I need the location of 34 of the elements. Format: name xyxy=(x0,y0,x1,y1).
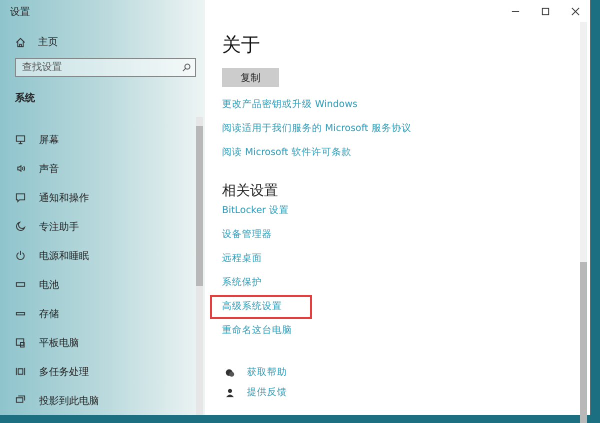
scrollbar[interactable] xyxy=(196,117,203,415)
speaker-icon xyxy=(15,163,26,174)
sidebar-item[interactable]: 电池 xyxy=(0,270,196,299)
sidebar-item[interactable]: 屏幕 xyxy=(0,125,196,154)
tablet-icon xyxy=(15,337,26,348)
battery-icon xyxy=(15,279,26,290)
search-icon xyxy=(182,63,191,72)
sidebar-item[interactable]: 电源和睡眠 xyxy=(0,241,196,270)
sidebar-item[interactable]: 专注助手 xyxy=(0,212,196,241)
section-heading: 系统 xyxy=(15,92,36,105)
person-feedback-icon xyxy=(225,388,235,398)
sidebar-item[interactable]: 通知和操作 xyxy=(0,183,196,212)
power-icon xyxy=(15,250,26,261)
sidebar-item[interactable]: 多任务处理 xyxy=(0,357,196,386)
scrollbar[interactable] xyxy=(580,22,587,423)
chat-help-icon xyxy=(225,368,235,378)
search-field[interactable]: 查找设置 xyxy=(15,58,196,77)
home-link[interactable]: 主页 xyxy=(15,35,205,49)
page-title: 关于 xyxy=(222,33,260,58)
moon-icon xyxy=(15,221,26,232)
close-icon[interactable] xyxy=(570,6,580,16)
message-icon xyxy=(15,192,26,203)
sidebar-item[interactable]: 存储 xyxy=(0,299,196,328)
sidebar-item[interactable]: 声音 xyxy=(0,154,196,183)
copy-button[interactable]: 复制 xyxy=(222,68,279,87)
window-title: 设置 xyxy=(9,6,31,18)
monitor-icon xyxy=(15,134,26,145)
multitask-icon xyxy=(15,366,26,377)
home-icon xyxy=(15,36,26,48)
sidebar-item[interactable]: 平板电脑 xyxy=(0,328,196,357)
section-heading: 相关设置 xyxy=(222,182,278,200)
maximize-icon[interactable] xyxy=(540,6,550,16)
projector-icon xyxy=(15,395,26,406)
sidebar-item[interactable]: 投影到此电脑 xyxy=(0,386,196,415)
